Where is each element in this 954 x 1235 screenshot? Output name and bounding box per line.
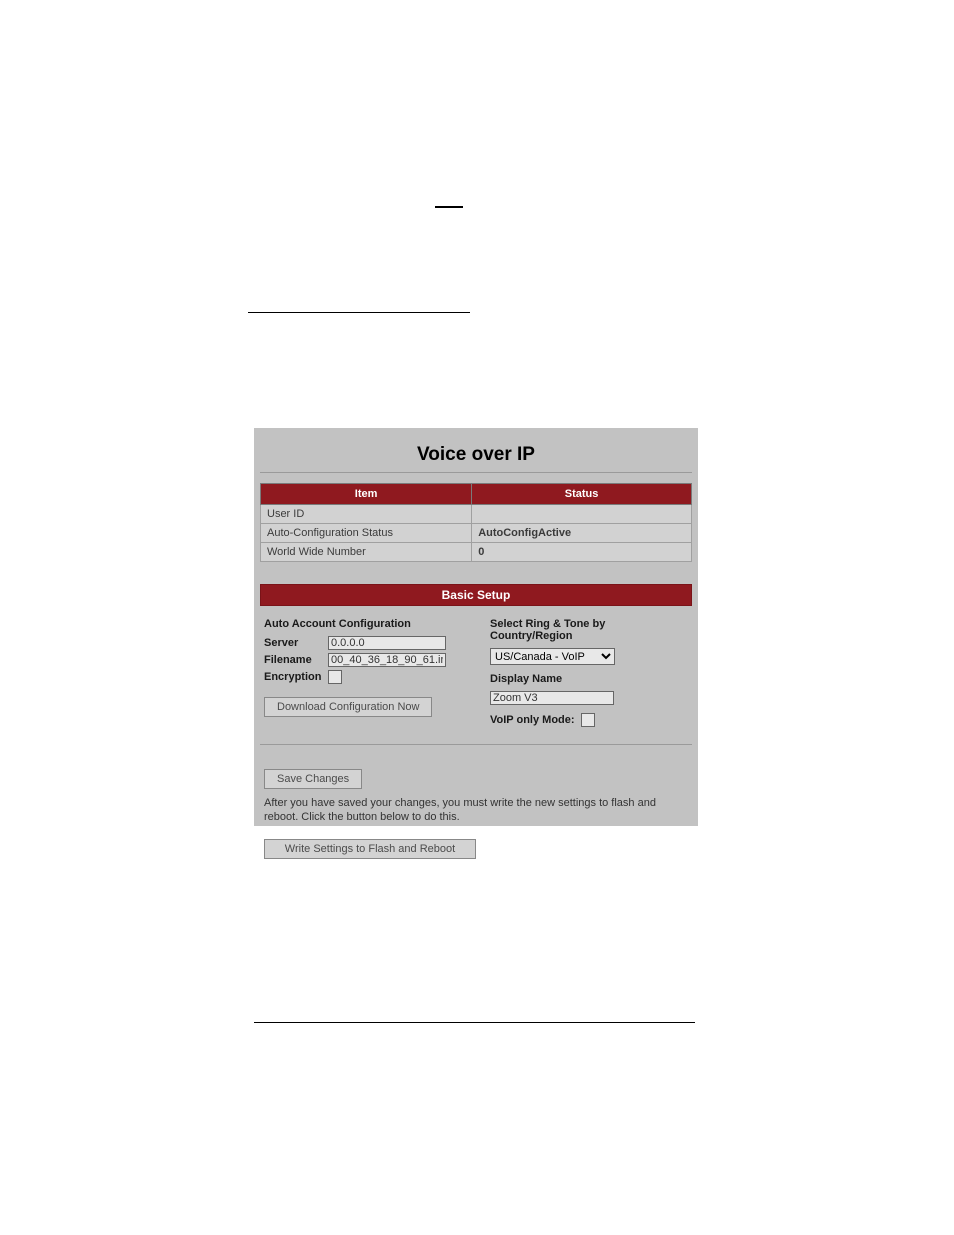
download-config-button[interactable]: Download Configuration Now: [264, 697, 432, 717]
divider: [260, 472, 692, 473]
col-header-status: Status: [472, 484, 692, 505]
cell-value: [472, 505, 692, 524]
table-row: Auto-Configuration Status AutoConfigActi…: [261, 524, 692, 543]
decorative-line-bottom: [254, 1022, 695, 1023]
table-row: User ID: [261, 505, 692, 524]
encryption-checkbox[interactable]: [328, 670, 342, 684]
server-input[interactable]: [328, 636, 446, 650]
server-label: Server: [264, 637, 322, 649]
save-changes-button[interactable]: Save Changes: [264, 769, 362, 789]
filename-label: Filename: [264, 654, 322, 666]
right-column: Select Ring & Tone by Country/Region US/…: [490, 616, 688, 730]
auto-account-heading: Auto Account Configuration: [264, 618, 462, 630]
write-flash-reboot-button[interactable]: Write Settings to Flash and Reboot: [264, 839, 476, 859]
ringtone-select[interactable]: US/Canada - VoIP: [490, 648, 615, 665]
decorative-line-mid: [248, 312, 470, 313]
status-table: Item Status User ID Auto-Configuration S…: [260, 483, 692, 562]
basic-setup-area: Auto Account Configuration Server Filena…: [260, 606, 692, 730]
left-column: Auto Account Configuration Server Filena…: [264, 616, 462, 730]
basic-setup-header: Basic Setup: [260, 584, 692, 606]
cell-item: Auto-Configuration Status: [261, 524, 472, 543]
panel-title: Voice over IP: [260, 444, 692, 466]
filename-input[interactable]: [328, 653, 446, 667]
flash-note: After you have saved your changes, you m…: [264, 797, 688, 825]
ringtone-label: Select Ring & Tone by Country/Region: [490, 618, 688, 642]
table-row: World Wide Number 0: [261, 543, 692, 562]
voip-panel: Voice over IP Item Status User ID Auto-C…: [254, 428, 698, 826]
voip-only-label: VoIP only Mode:: [490, 714, 575, 726]
voip-only-checkbox[interactable]: [581, 713, 595, 727]
col-header-item: Item: [261, 484, 472, 505]
display-name-input[interactable]: [490, 691, 614, 705]
cell-value: AutoConfigActive: [472, 524, 692, 543]
display-name-label: Display Name: [490, 673, 688, 685]
divider: [260, 744, 692, 745]
cell-item: User ID: [261, 505, 472, 524]
decorative-line-top: [435, 206, 463, 208]
encryption-label: Encryption: [264, 671, 322, 683]
cell-value: 0: [472, 543, 692, 562]
cell-item: World Wide Number: [261, 543, 472, 562]
